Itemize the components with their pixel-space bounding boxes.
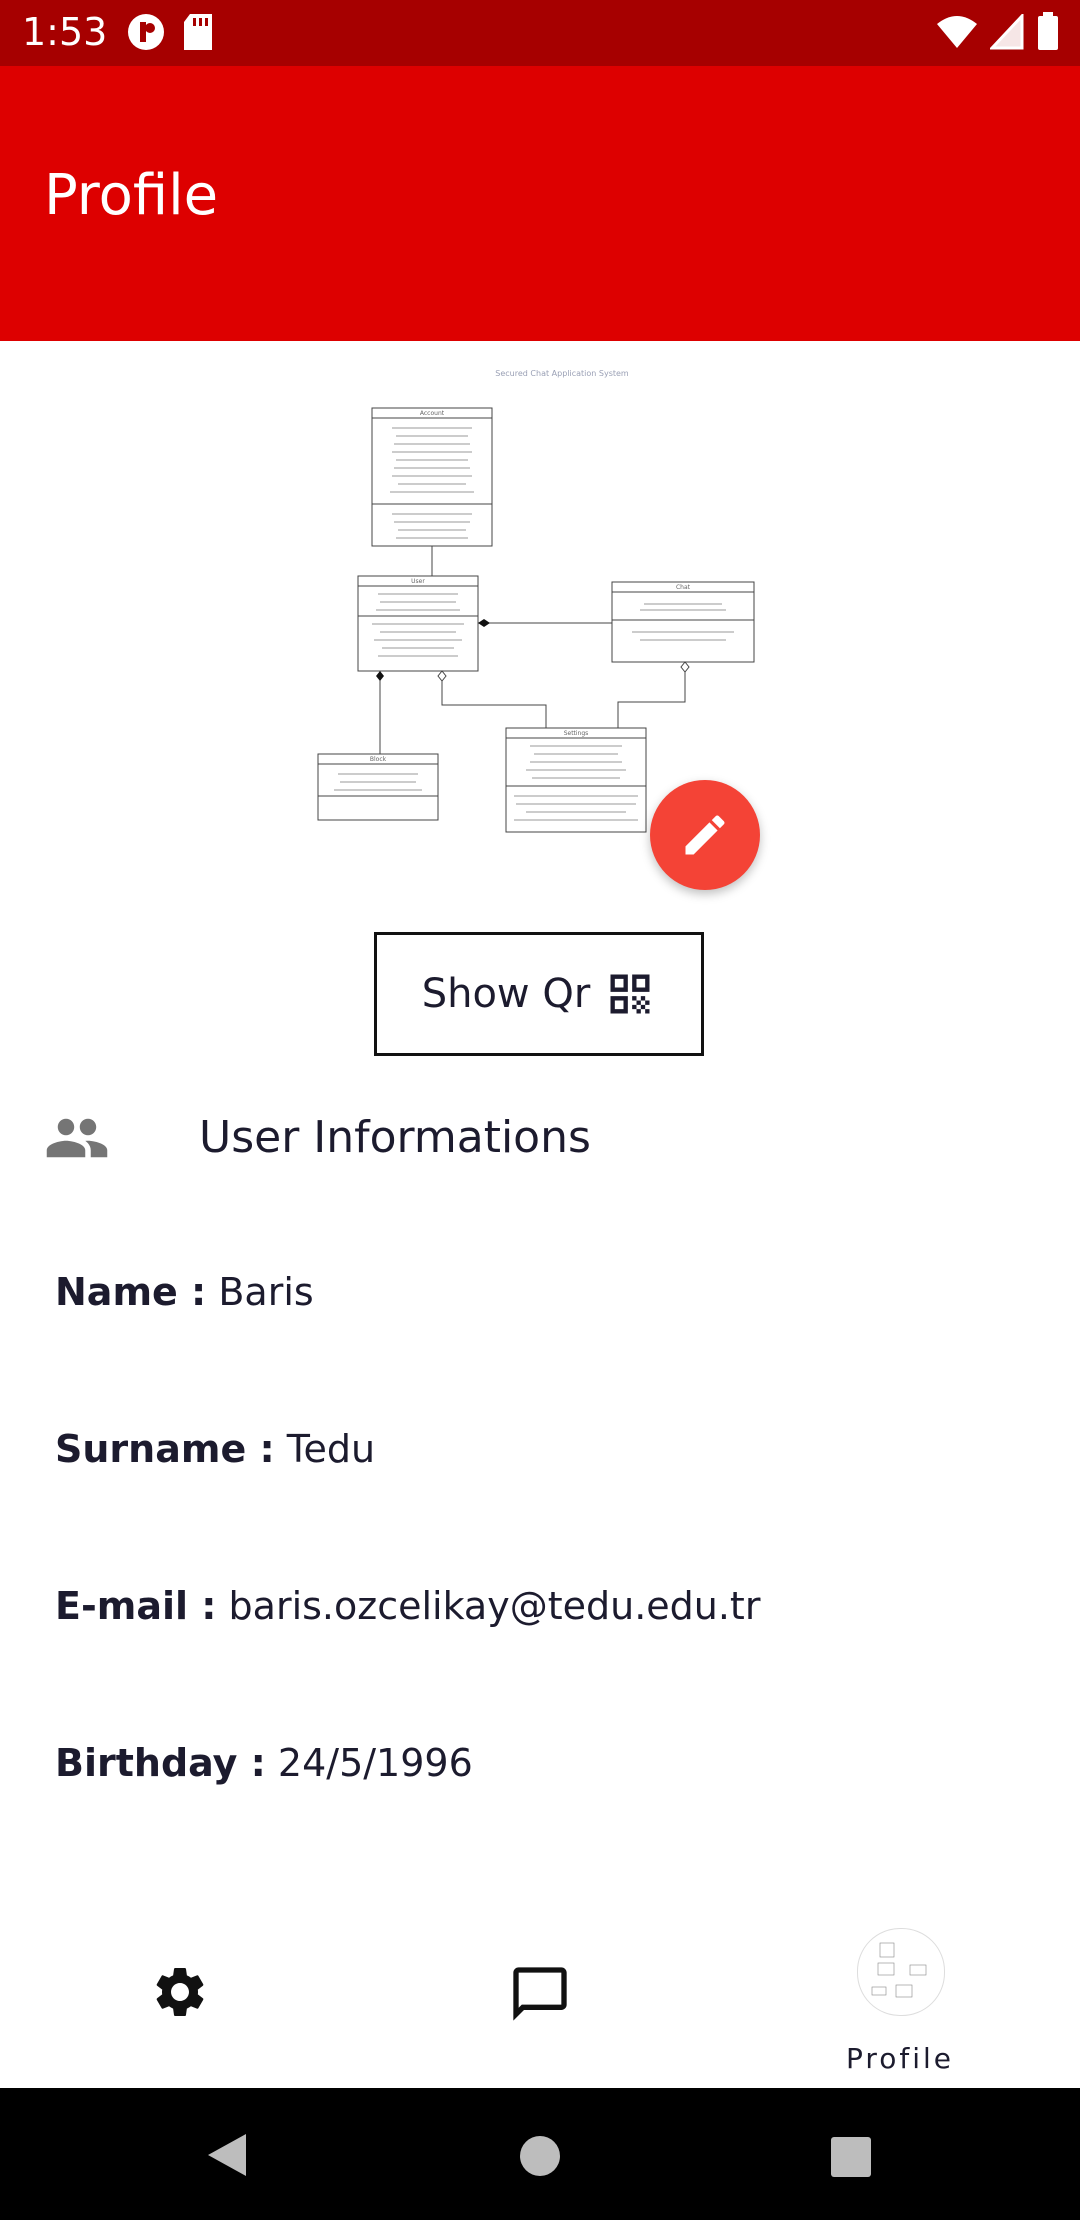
avatar	[857, 1928, 945, 2016]
class-block-label: Block	[370, 756, 387, 763]
app-notification-icon	[128, 14, 164, 50]
class-user-label: User	[411, 578, 425, 585]
surname-label: Surname :	[55, 1427, 275, 1471]
app-bar: Profile	[0, 66, 1080, 341]
birthday-row: Birthday : 24/5/1996	[55, 1741, 473, 1785]
chat-bubble-icon	[513, 1967, 567, 2021]
sd-card-icon	[184, 14, 212, 50]
name-label: Name :	[55, 1270, 207, 1314]
birthday-label: Birthday :	[55, 1741, 266, 1785]
show-qr-button[interactable]: Show Qr	[374, 932, 704, 1056]
battery-icon	[1038, 12, 1058, 50]
status-time: 1:53	[22, 10, 108, 54]
pencil-icon	[685, 815, 725, 855]
edit-profile-button[interactable]	[650, 780, 760, 890]
email-value: baris.ozcelikay@tedu.edu.tr	[228, 1584, 761, 1628]
email-row: E-mail : baris.ozcelikay@tedu.edu.tr	[55, 1584, 760, 1628]
bottom-navigation: Profile	[0, 1912, 1080, 2088]
avatar-thumbnail-icon	[871, 1942, 927, 1998]
people-icon	[46, 1118, 108, 1158]
name-value: Baris	[218, 1270, 314, 1314]
birthday-value: 24/5/1996	[277, 1741, 473, 1785]
qr-code-icon	[610, 974, 650, 1014]
nav-settings-button[interactable]	[150, 1962, 210, 2026]
signal-icon	[990, 14, 1024, 50]
page-title: Profile	[44, 163, 219, 228]
class-settings-label: Settings	[564, 730, 589, 737]
surname-row: Surname : Tedu	[55, 1427, 375, 1471]
status-bar: 1:53	[0, 0, 1080, 66]
class-chat-label: Chat	[676, 584, 691, 591]
nav-chat-button[interactable]	[508, 1962, 572, 2030]
system-navigation-bar	[0, 2088, 1080, 2220]
section-title: User Informations	[199, 1112, 591, 1163]
user-info-header: User Informations	[44, 1104, 1044, 1174]
nav-profile-label: Profile	[845, 2042, 955, 2075]
class-account-label: Account	[420, 410, 445, 417]
surname-value: Tedu	[286, 1427, 376, 1471]
show-qr-label: Show Qr	[421, 971, 591, 1017]
profile-image: Secured Chat Application System Account …	[300, 360, 780, 840]
wifi-icon	[937, 16, 977, 48]
back-icon[interactable]	[204, 2132, 250, 2178]
name-row: Name : Baris	[55, 1270, 314, 1314]
home-icon[interactable]	[518, 2134, 562, 2178]
diagram-title: Secured Chat Application System	[495, 369, 629, 378]
uml-diagram-image: Secured Chat Application System Account …	[317, 369, 755, 833]
recents-icon[interactable]	[830, 2136, 872, 2178]
gear-icon	[156, 1967, 204, 2016]
email-label: E-mail :	[55, 1584, 217, 1628]
nav-profile-button[interactable]: Profile	[825, 1928, 975, 2078]
